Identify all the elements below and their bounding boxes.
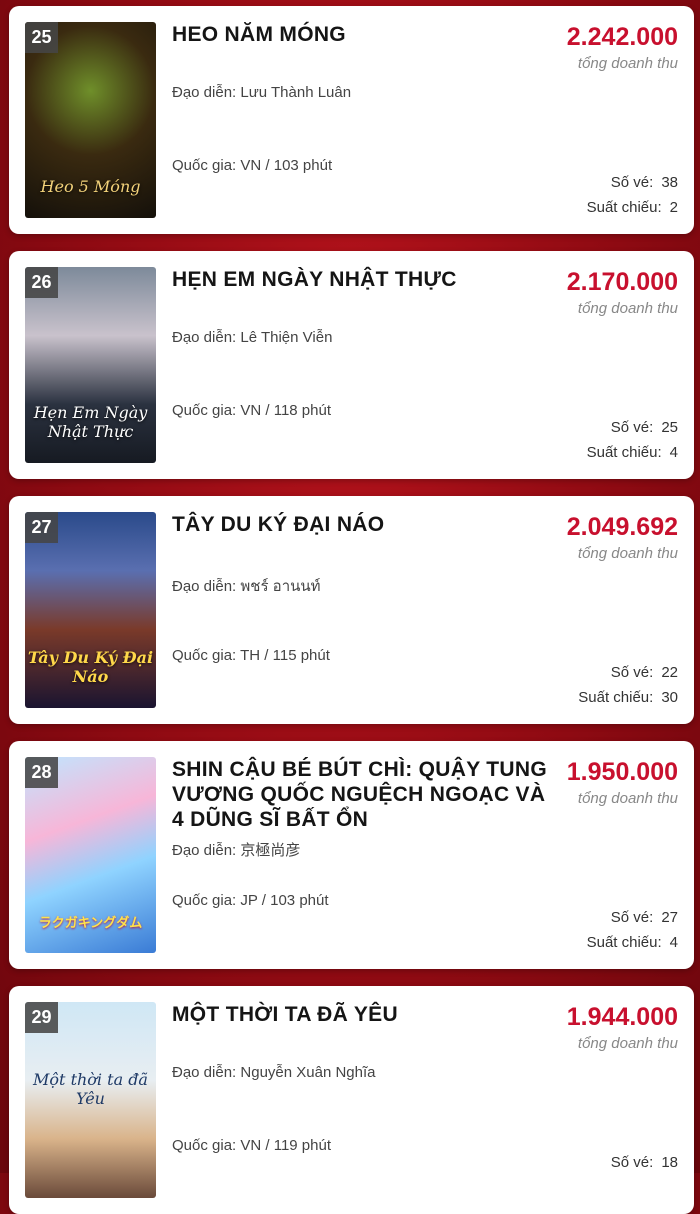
country-runtime-line: Quốc gia: JP / 103 phút (172, 892, 329, 909)
country-label: Quốc gia: (172, 892, 237, 909)
director-name: Lê Thiện Viễn (240, 329, 333, 346)
director-name: 京極尚彦 (240, 842, 301, 859)
screenings-value: 2 (669, 199, 678, 216)
screenings-label: Suất chiếu: (586, 934, 662, 951)
tickets-label: Số vé: (610, 1154, 654, 1171)
screenings-label: Suất chiếu: (586, 199, 662, 216)
movie-card[interactable]: Tây Du Ký Đại Náo 27 TÂY DU KÝ ĐẠI NÁO Đ… (9, 496, 694, 724)
poster-title-art: Hẹn Em Ngày Nhật Thực (33, 403, 148, 441)
director-line: Đạo diễn: พชร์ อานนท์ (172, 574, 321, 598)
country-runtime-value: VN / 119 phút (240, 1137, 332, 1154)
movie-card[interactable]: Một thời ta đã Yêu 29 MỘT THỜI TA ĐÃ YÊU… (9, 986, 694, 1214)
movie-poster[interactable]: ラクガキングダム 28 (25, 757, 156, 953)
country-runtime-line: Quốc gia: VN / 119 phút (172, 1137, 331, 1154)
country-label: Quốc gia: (172, 1137, 237, 1154)
tickets-stat: Số vé: 38 (611, 174, 678, 191)
tickets-value: 25 (661, 419, 678, 436)
director-label: Đạo diễn: (172, 1064, 237, 1081)
rank-badge: 27 (25, 512, 58, 543)
rank-badge: 25 (25, 22, 58, 53)
tickets-value: 22 (661, 664, 678, 681)
screenings-label: Suất chiếu: (586, 444, 662, 461)
country-label: Quốc gia: (172, 402, 237, 419)
gross-revenue: 2.170.000 (566, 268, 678, 296)
country-runtime-line: Quốc gia: TH / 115 phút (172, 647, 330, 664)
tickets-value: 27 (661, 909, 678, 926)
director-line: Đạo diễn: Lê Thiện Viễn (172, 329, 332, 346)
movie-title[interactable]: SHIN CẬU BÉ BÚT CHÌ: QUẬY TUNG VƯƠNG QUỐ… (172, 757, 552, 832)
director-label: Đạo diễn: (172, 842, 237, 859)
movie-poster[interactable]: Heo 5 Móng 25 (25, 22, 156, 218)
movie-poster[interactable]: Một thời ta đã Yêu 29 (25, 1002, 156, 1198)
director-line: Đạo diễn: Nguyễn Xuân Nghĩa (172, 1064, 376, 1081)
movie-title[interactable]: HEO NĂM MÓNG (172, 22, 552, 47)
gross-revenue: 2.242.000 (566, 23, 678, 51)
director-label: Đạo diễn: (172, 84, 237, 101)
country-label: Quốc gia: (172, 647, 237, 664)
tickets-stat: Số vé: 22 (611, 664, 678, 681)
gross-revenue: 1.950.000 (566, 758, 678, 786)
gross-revenue-caption: tổng doanh thu (577, 790, 678, 807)
tickets-label: Số vé: (610, 174, 654, 191)
country-runtime-value: VN / 118 phút (240, 402, 332, 419)
movie-poster[interactable]: Hẹn Em Ngày Nhật Thực 26 (25, 267, 156, 463)
rank-badge: 26 (25, 267, 58, 298)
poster-title-art: ラクガキングダム (38, 916, 143, 931)
movie-poster[interactable]: Tây Du Ký Đại Náo 27 (25, 512, 156, 708)
director-label: Đạo diễn: (172, 329, 237, 346)
rank-badge: 28 (25, 757, 58, 788)
tickets-stat: Số vé: 27 (611, 909, 678, 926)
country-runtime-line: Quốc gia: VN / 103 phút (172, 157, 332, 174)
country-runtime-value: TH / 115 phút (240, 647, 330, 664)
country-runtime-value: JP / 103 phút (240, 892, 329, 909)
director-name: Nguyễn Xuân Nghĩa (240, 1064, 376, 1081)
gross-revenue: 1.944.000 (566, 1003, 678, 1031)
poster-title-art: Một thời ta đã Yêu (33, 1070, 148, 1108)
gross-revenue-caption: tổng doanh thu (577, 300, 678, 317)
tickets-stat: Số vé: 25 (611, 419, 678, 436)
movie-title[interactable]: TÂY DU KÝ ĐẠI NÁO (172, 512, 552, 537)
country-runtime-line: Quốc gia: VN / 118 phút (172, 402, 331, 419)
screenings-stat: Suất chiếu: 30 (578, 689, 678, 706)
director-name: พชร์ อานนท์ (240, 578, 321, 595)
screenings-value: 4 (669, 934, 678, 951)
director-name: Lưu Thành Luân (240, 84, 352, 101)
country-runtime-value: VN / 103 phút (240, 157, 333, 174)
screenings-value: 4 (669, 444, 678, 461)
movie-title[interactable]: HẸN EM NGÀY NHẬT THỰC (172, 267, 552, 292)
movie-title[interactable]: MỘT THỜI TA ĐÃ YÊU (172, 1002, 552, 1027)
tickets-value: 38 (661, 174, 678, 191)
gross-revenue-caption: tổng doanh thu (577, 55, 678, 72)
tickets-stat: Số vé: 18 (611, 1154, 678, 1171)
rank-badge: 29 (25, 1002, 58, 1033)
tickets-label: Số vé: (610, 419, 654, 436)
movie-card[interactable]: Hẹn Em Ngày Nhật Thực 26 HẸN EM NGÀY NHẬ… (9, 251, 694, 479)
gross-revenue: 2.049.692 (566, 513, 678, 541)
country-label: Quốc gia: (172, 157, 237, 174)
tickets-value: 18 (661, 1154, 678, 1171)
poster-title-art: Heo 5 Móng (40, 177, 141, 196)
director-line: Đạo diễn: 京極尚彦 (172, 839, 300, 860)
screenings-stat: Suất chiếu: 2 (587, 199, 678, 216)
screenings-value: 30 (661, 689, 678, 706)
movie-card[interactable]: ラクガキングダム 28 SHIN CẬU BÉ BÚT CHÌ: QUẬY TU… (9, 741, 694, 969)
director-line: Đạo diễn: Lưu Thành Luân (172, 84, 351, 101)
tickets-label: Số vé: (610, 909, 654, 926)
gross-revenue-caption: tổng doanh thu (577, 545, 678, 562)
screenings-stat: Suất chiếu: 4 (587, 444, 678, 461)
screenings-stat: Suất chiếu: 4 (587, 934, 678, 951)
tickets-label: Số vé: (610, 664, 654, 681)
gross-revenue-caption: tổng doanh thu (577, 1035, 678, 1052)
director-label: Đạo diễn: (172, 578, 237, 595)
movie-card[interactable]: Heo 5 Móng 25 HEO NĂM MÓNG Đạo diễn: Lưu… (9, 6, 694, 234)
screenings-label: Suất chiếu: (578, 689, 654, 706)
poster-title-art: Tây Du Ký Đại Náo (27, 648, 154, 686)
